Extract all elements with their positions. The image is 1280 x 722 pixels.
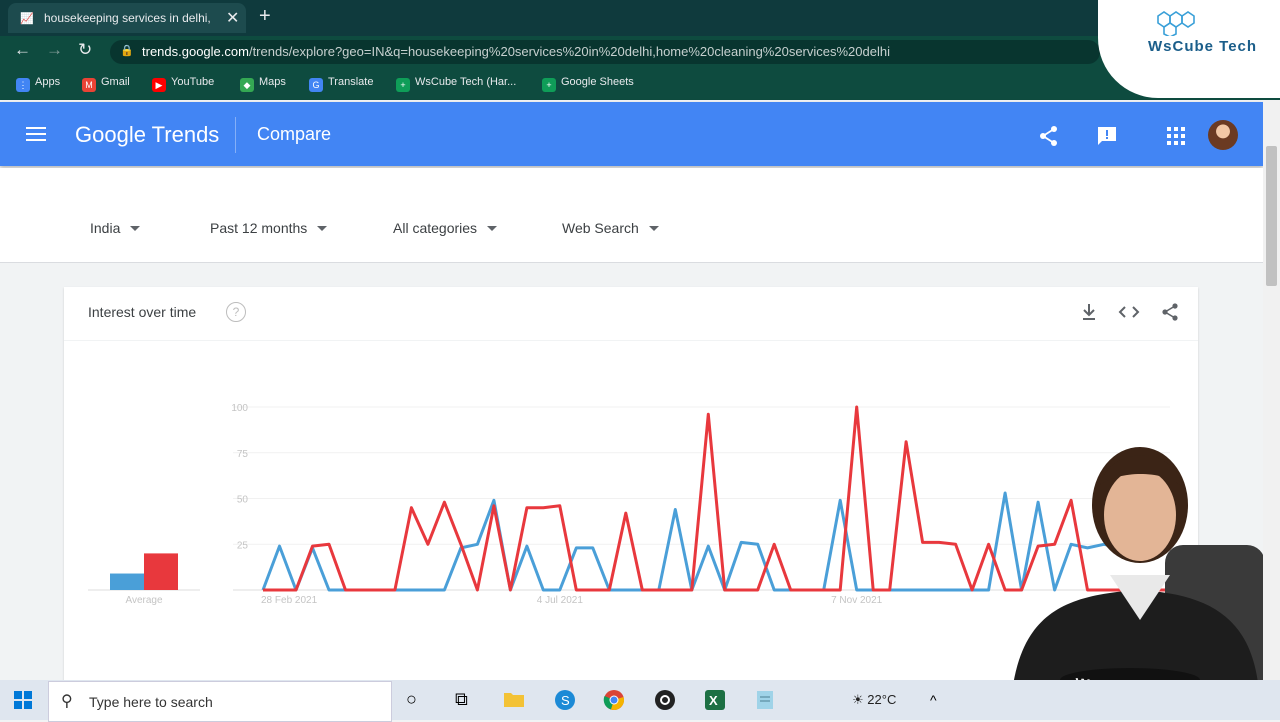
bookmark-apps[interactable]: ⋮ Apps <box>16 76 60 92</box>
category-value: All categories <box>393 220 478 236</box>
search-type-value: Web Search <box>562 220 639 236</box>
logo-hexagon-icon <box>1157 11 1195 36</box>
weather-temperature: 22°C <box>867 692 897 707</box>
notepad-icon[interactable] <box>754 689 776 711</box>
region-select[interactable]: India <box>90 220 141 236</box>
filter-bar <box>0 168 1263 263</box>
header-divider <box>235 117 236 153</box>
file-explorer-icon[interactable] <box>503 689 525 709</box>
bookmark-sheets[interactable]: + Google Sheets <box>542 76 634 92</box>
category-select[interactable]: All categories <box>393 220 498 236</box>
average-bar <box>110 573 144 590</box>
y-tick-label: 75 <box>237 449 249 460</box>
avatar[interactable] <box>1208 120 1238 150</box>
svg-text:X: X <box>709 693 718 708</box>
download-icon[interactable] <box>1080 302 1098 322</box>
bookmark-label: Google Sheets <box>561 76 634 88</box>
translate-icon: G <box>309 78 323 92</box>
search-icon: ⚲ <box>61 693 73 710</box>
average-bar <box>144 553 178 590</box>
presenter-webcam-overlay: WsCube Tech <box>1010 447 1265 715</box>
bookmark-translate[interactable]: G Translate <box>309 76 373 92</box>
feedback-icon[interactable] <box>1096 125 1118 147</box>
share-icon[interactable] <box>1160 302 1180 322</box>
embed-code-icon[interactable] <box>1118 302 1140 322</box>
scrollbar-thumb[interactable] <box>1266 146 1277 286</box>
period-value: Past 12 months <box>210 220 308 236</box>
google-trends-logo[interactable]: Google Trends <box>75 122 219 148</box>
gmail-icon: M <box>82 78 96 92</box>
page-title: Compare <box>257 124 332 144</box>
url-path: /trends/explore?geo=IN&q=housekeeping%20… <box>248 44 890 59</box>
maps-icon: ◆ <box>240 78 254 92</box>
dropdown-arrow-icon <box>487 226 498 231</box>
y-axis-ticks: 100 75 50 25 <box>231 403 248 551</box>
browser-tab[interactable]: 📈 housekeeping services in delhi, h ✕ <box>8 3 246 33</box>
bookmark-wscube[interactable]: + WsCube Tech (Har... <box>396 76 516 92</box>
taskbar-search-input[interactable]: ⚲ Type here to search <box>48 681 392 722</box>
forward-arrow-icon[interactable]: → <box>46 40 63 60</box>
obs-icon[interactable] <box>654 689 676 711</box>
average-bars <box>110 553 178 590</box>
logo-text: WsCube Tech <box>1148 38 1258 55</box>
plus-bookmark-icon: + <box>396 78 410 92</box>
x-axis-ticks: 28 Feb 2021 4 Jul 2021 7 Nov 2021 <box>261 595 883 606</box>
y-tick-label: 25 <box>237 540 249 551</box>
address-url: trends.google.com/trends/explore?geo=IN&… <box>142 44 890 59</box>
apps-grid-icon[interactable] <box>1166 126 1186 146</box>
card-title: Interest over time <box>88 304 197 320</box>
y-tick-label: 100 <box>231 403 248 414</box>
svg-text:S: S <box>561 693 570 708</box>
chevron-up-icon[interactable]: ^ <box>930 692 937 708</box>
apps-grid-icon: ⋮ <box>16 78 30 92</box>
url-host: trends.google.com <box>142 44 249 59</box>
bookmark-gmail[interactable]: M Gmail <box>82 76 130 92</box>
wscube-logo: WsCube Tech <box>1098 0 1280 98</box>
x-tick-label: 28 Feb 2021 <box>261 595 318 606</box>
tab-title: housekeeping services in delhi, h <box>44 11 214 25</box>
card-divider <box>64 340 1198 341</box>
region-value: India <box>90 220 121 236</box>
x-tick-label: 7 Nov 2021 <box>831 595 883 606</box>
bookmark-label: Apps <box>35 76 61 88</box>
bookmark-label: Translate <box>328 76 374 88</box>
average-label: Average <box>125 595 163 606</box>
weather-widget[interactable]: ☀ 22°C <box>852 692 896 708</box>
bookmark-youtube[interactable]: ▶ YouTube <box>152 76 214 92</box>
youtube-icon: ▶ <box>152 78 166 92</box>
dropdown-arrow-icon <box>130 226 141 231</box>
bookmark-label: Gmail <box>101 76 130 88</box>
dropdown-arrow-icon <box>317 226 328 231</box>
trends-favicon-icon: 📈 <box>20 13 34 25</box>
period-select[interactable]: Past 12 months <box>210 220 328 236</box>
chrome-icon[interactable] <box>603 689 625 711</box>
windows-start-icon[interactable] <box>14 691 32 709</box>
address-bar[interactable]: 🔒 trends.google.com/trends/explore?geo=I… <box>110 40 1100 64</box>
bookmark-label: WsCube Tech (Har... <box>415 76 517 88</box>
cortana-icon[interactable]: ○ <box>406 689 417 710</box>
sheets-icon: + <box>542 78 556 92</box>
task-view-icon[interactable]: ⧉ <box>455 689 468 710</box>
weather-sun-icon: ☀ <box>852 692 864 707</box>
x-tick-label: 4 Jul 2021 <box>537 595 584 606</box>
bookmark-label: YouTube <box>171 76 215 88</box>
tab-close-icon[interactable]: ✕ <box>226 8 239 28</box>
back-arrow-icon[interactable]: ← <box>14 40 31 60</box>
search-placeholder: Type here to search <box>89 694 213 710</box>
search-type-select[interactable]: Web Search <box>562 220 659 236</box>
share-icon[interactable] <box>1038 125 1060 147</box>
excel-icon[interactable]: X <box>704 689 726 711</box>
help-icon[interactable]: ? <box>226 302 246 322</box>
y-tick-label: 50 <box>237 495 249 506</box>
lock-icon: 🔒 <box>120 45 134 57</box>
dropdown-arrow-icon <box>648 226 659 231</box>
bookmark-label: Maps <box>259 76 286 88</box>
hamburger-menu-icon[interactable] <box>26 124 46 142</box>
new-tab-button[interactable]: + <box>259 5 271 28</box>
bookmark-maps[interactable]: ◆ Maps <box>240 76 286 92</box>
skype-icon[interactable]: S <box>554 689 576 711</box>
reload-icon[interactable]: ↻ <box>78 40 92 60</box>
